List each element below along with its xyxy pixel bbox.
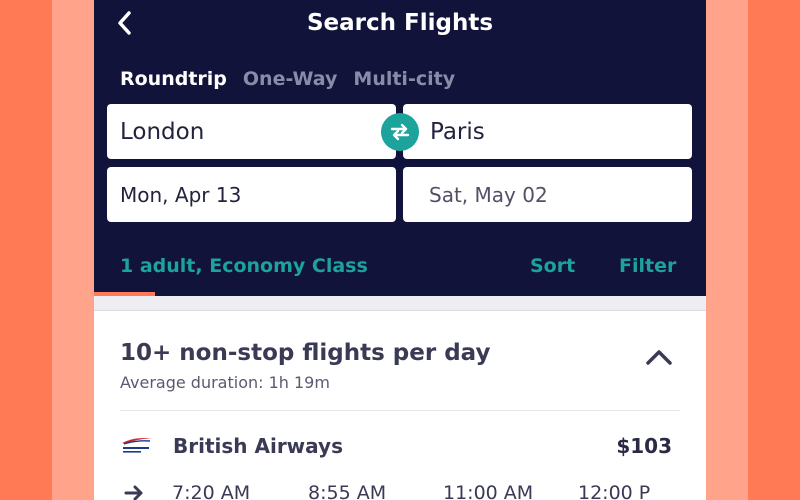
flight-price: $103 (616, 434, 672, 458)
flight-group-title: 10+ non-stop flights per day (120, 340, 491, 366)
filter-button[interactable]: Filter (619, 253, 676, 279)
page-title: Search Flights (306, 10, 494, 36)
origin-field[interactable]: London (107, 104, 396, 159)
flight-times-row[interactable]: 7:20 AM 8:55 AM 11:00 AM 12:00 P (120, 480, 706, 500)
british-airways-logo (120, 434, 154, 456)
return-date-value: Sat, May 02 (429, 182, 548, 207)
origin-value: London (120, 118, 205, 145)
swap-button[interactable] (381, 113, 419, 151)
group-separator (120, 410, 680, 411)
return-departure-time: 11:00 AM (443, 482, 534, 500)
departure-time: 7:20 AM (172, 482, 251, 500)
tab-roundtrip[interactable]: Roundtrip (120, 66, 227, 92)
airline-name: British Airways (173, 434, 343, 458)
arrival-time: 8:55 AM (308, 482, 387, 500)
collapse-group-button[interactable] (644, 345, 674, 369)
chevron-up-icon (646, 350, 672, 365)
depart-date-field[interactable]: Mon, Apr 13 (107, 167, 396, 222)
phone-screen: Search Flights Roundtrip One-Way Multi-c… (94, 0, 706, 500)
return-arrival-time: 12:00 P (578, 482, 651, 500)
flight-group-subtitle: Average duration: 1h 19m (120, 373, 330, 392)
swap-arrows-icon (390, 123, 410, 141)
search-header: Search Flights Roundtrip One-Way Multi-c… (94, 0, 706, 296)
destination-field[interactable]: Paris (403, 104, 692, 159)
tab-one-way[interactable]: One-Way (243, 66, 338, 92)
depart-date-value: Mon, Apr 13 (120, 182, 242, 207)
passengers-class-selector[interactable]: 1 adult, Economy Class (120, 253, 368, 279)
sort-button[interactable]: Sort (530, 253, 575, 279)
trip-type-tabs: Roundtrip One-Way Multi-city (120, 66, 455, 92)
return-date-field[interactable]: Sat, May 02 (403, 167, 692, 222)
arrow-right-icon (124, 485, 143, 500)
tab-multi-city[interactable]: Multi-city (353, 66, 455, 92)
section-divider (94, 296, 706, 311)
